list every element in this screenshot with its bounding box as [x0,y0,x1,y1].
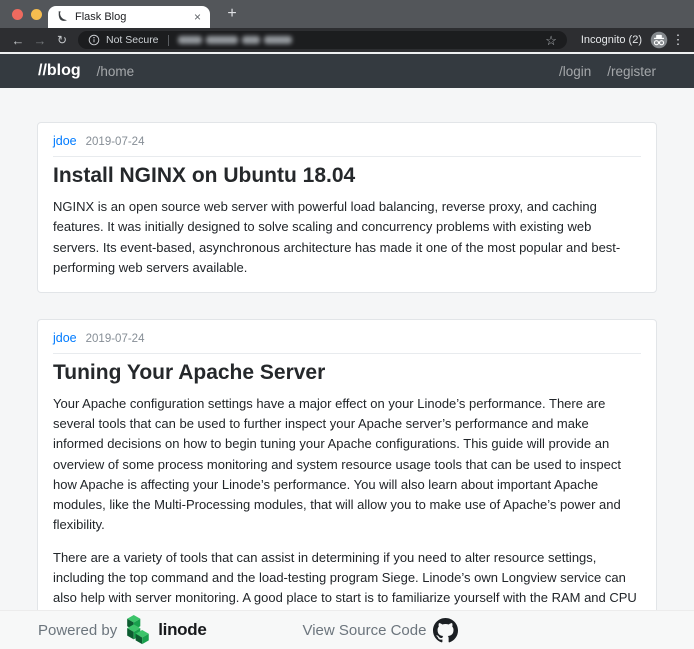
browser-menu-icon[interactable]: ⋮ [670,32,686,48]
site-navbar: //blog /home /login /register [0,54,694,88]
incognito-label: Incognito (2) [581,34,642,46]
post-meta: jdoe 2019-07-24 [53,331,641,345]
post-author-link[interactable]: jdoe [53,134,77,148]
powered-by-group[interactable]: Powered by linode [38,615,206,645]
post-card: jdoe 2019-07-24 Tuning Your Apache Serve… [37,319,657,644]
bookmark-star-icon[interactable]: ☆ [545,34,557,47]
site-footer: Powered by linode View Source Code [0,610,694,649]
post-date: 2019-07-24 [86,136,145,148]
address-bar[interactable]: Not Secure ☆ [78,31,567,49]
post-body: Your Apache configuration settings have … [53,394,641,629]
brand-link[interactable]: //blog [38,62,81,80]
close-window-button[interactable] [12,9,23,20]
post-author-link[interactable]: jdoe [53,331,77,345]
post-title-link[interactable]: Tuning Your Apache Server [53,359,641,386]
back-icon[interactable]: ← [8,34,28,47]
linode-logo-icon [124,615,151,645]
reload-icon[interactable]: ↻ [52,34,72,46]
post-body: NGINX is an open source web server with … [53,197,641,278]
post-paragraph: NGINX is an open source web server with … [53,197,641,278]
tab-close-icon[interactable]: × [194,11,201,23]
browser-toolbar: ← → ↻ Not Secure ☆ Incognito (2) ⋮ [0,28,694,52]
flask-favicon-icon [57,11,69,23]
linode-wordmark: linode [158,620,206,640]
page-content: jdoe 2019-07-24 Install NGINX on Ubuntu … [0,88,694,649]
nav-login-link[interactable]: /login [559,64,591,79]
post-title-link[interactable]: Install NGINX on Ubuntu 18.04 [53,162,641,189]
tab-title: Flask Blog [75,11,188,23]
omnibox-divider [168,35,169,46]
post-meta-divider [53,156,641,157]
not-secure-label: Not Secure [106,34,159,46]
url-redacted [178,36,292,44]
post-date: 2019-07-24 [86,333,145,345]
new-tab-button[interactable]: + [221,3,243,25]
post-meta-divider [53,353,641,354]
powered-by-label: Powered by [38,622,117,639]
nav-home-link[interactable]: /home [97,64,135,79]
browser-tab-strip: Flask Blog × + [0,0,694,28]
post-card: jdoe 2019-07-24 Install NGINX on Ubuntu … [37,122,657,293]
info-icon[interactable] [88,34,100,46]
view-source-label: View Source Code [302,622,426,639]
post-paragraph: Your Apache configuration settings have … [53,394,641,535]
github-icon[interactable] [433,618,458,643]
incognito-avatar-icon[interactable] [650,31,668,49]
browser-tab[interactable]: Flask Blog × [48,6,210,28]
minimize-window-button[interactable] [31,9,42,20]
view-source-group[interactable]: View Source Code [302,618,458,643]
forward-icon[interactable]: → [30,34,50,47]
post-meta: jdoe 2019-07-24 [53,134,641,148]
nav-register-link[interactable]: /register [607,64,656,79]
